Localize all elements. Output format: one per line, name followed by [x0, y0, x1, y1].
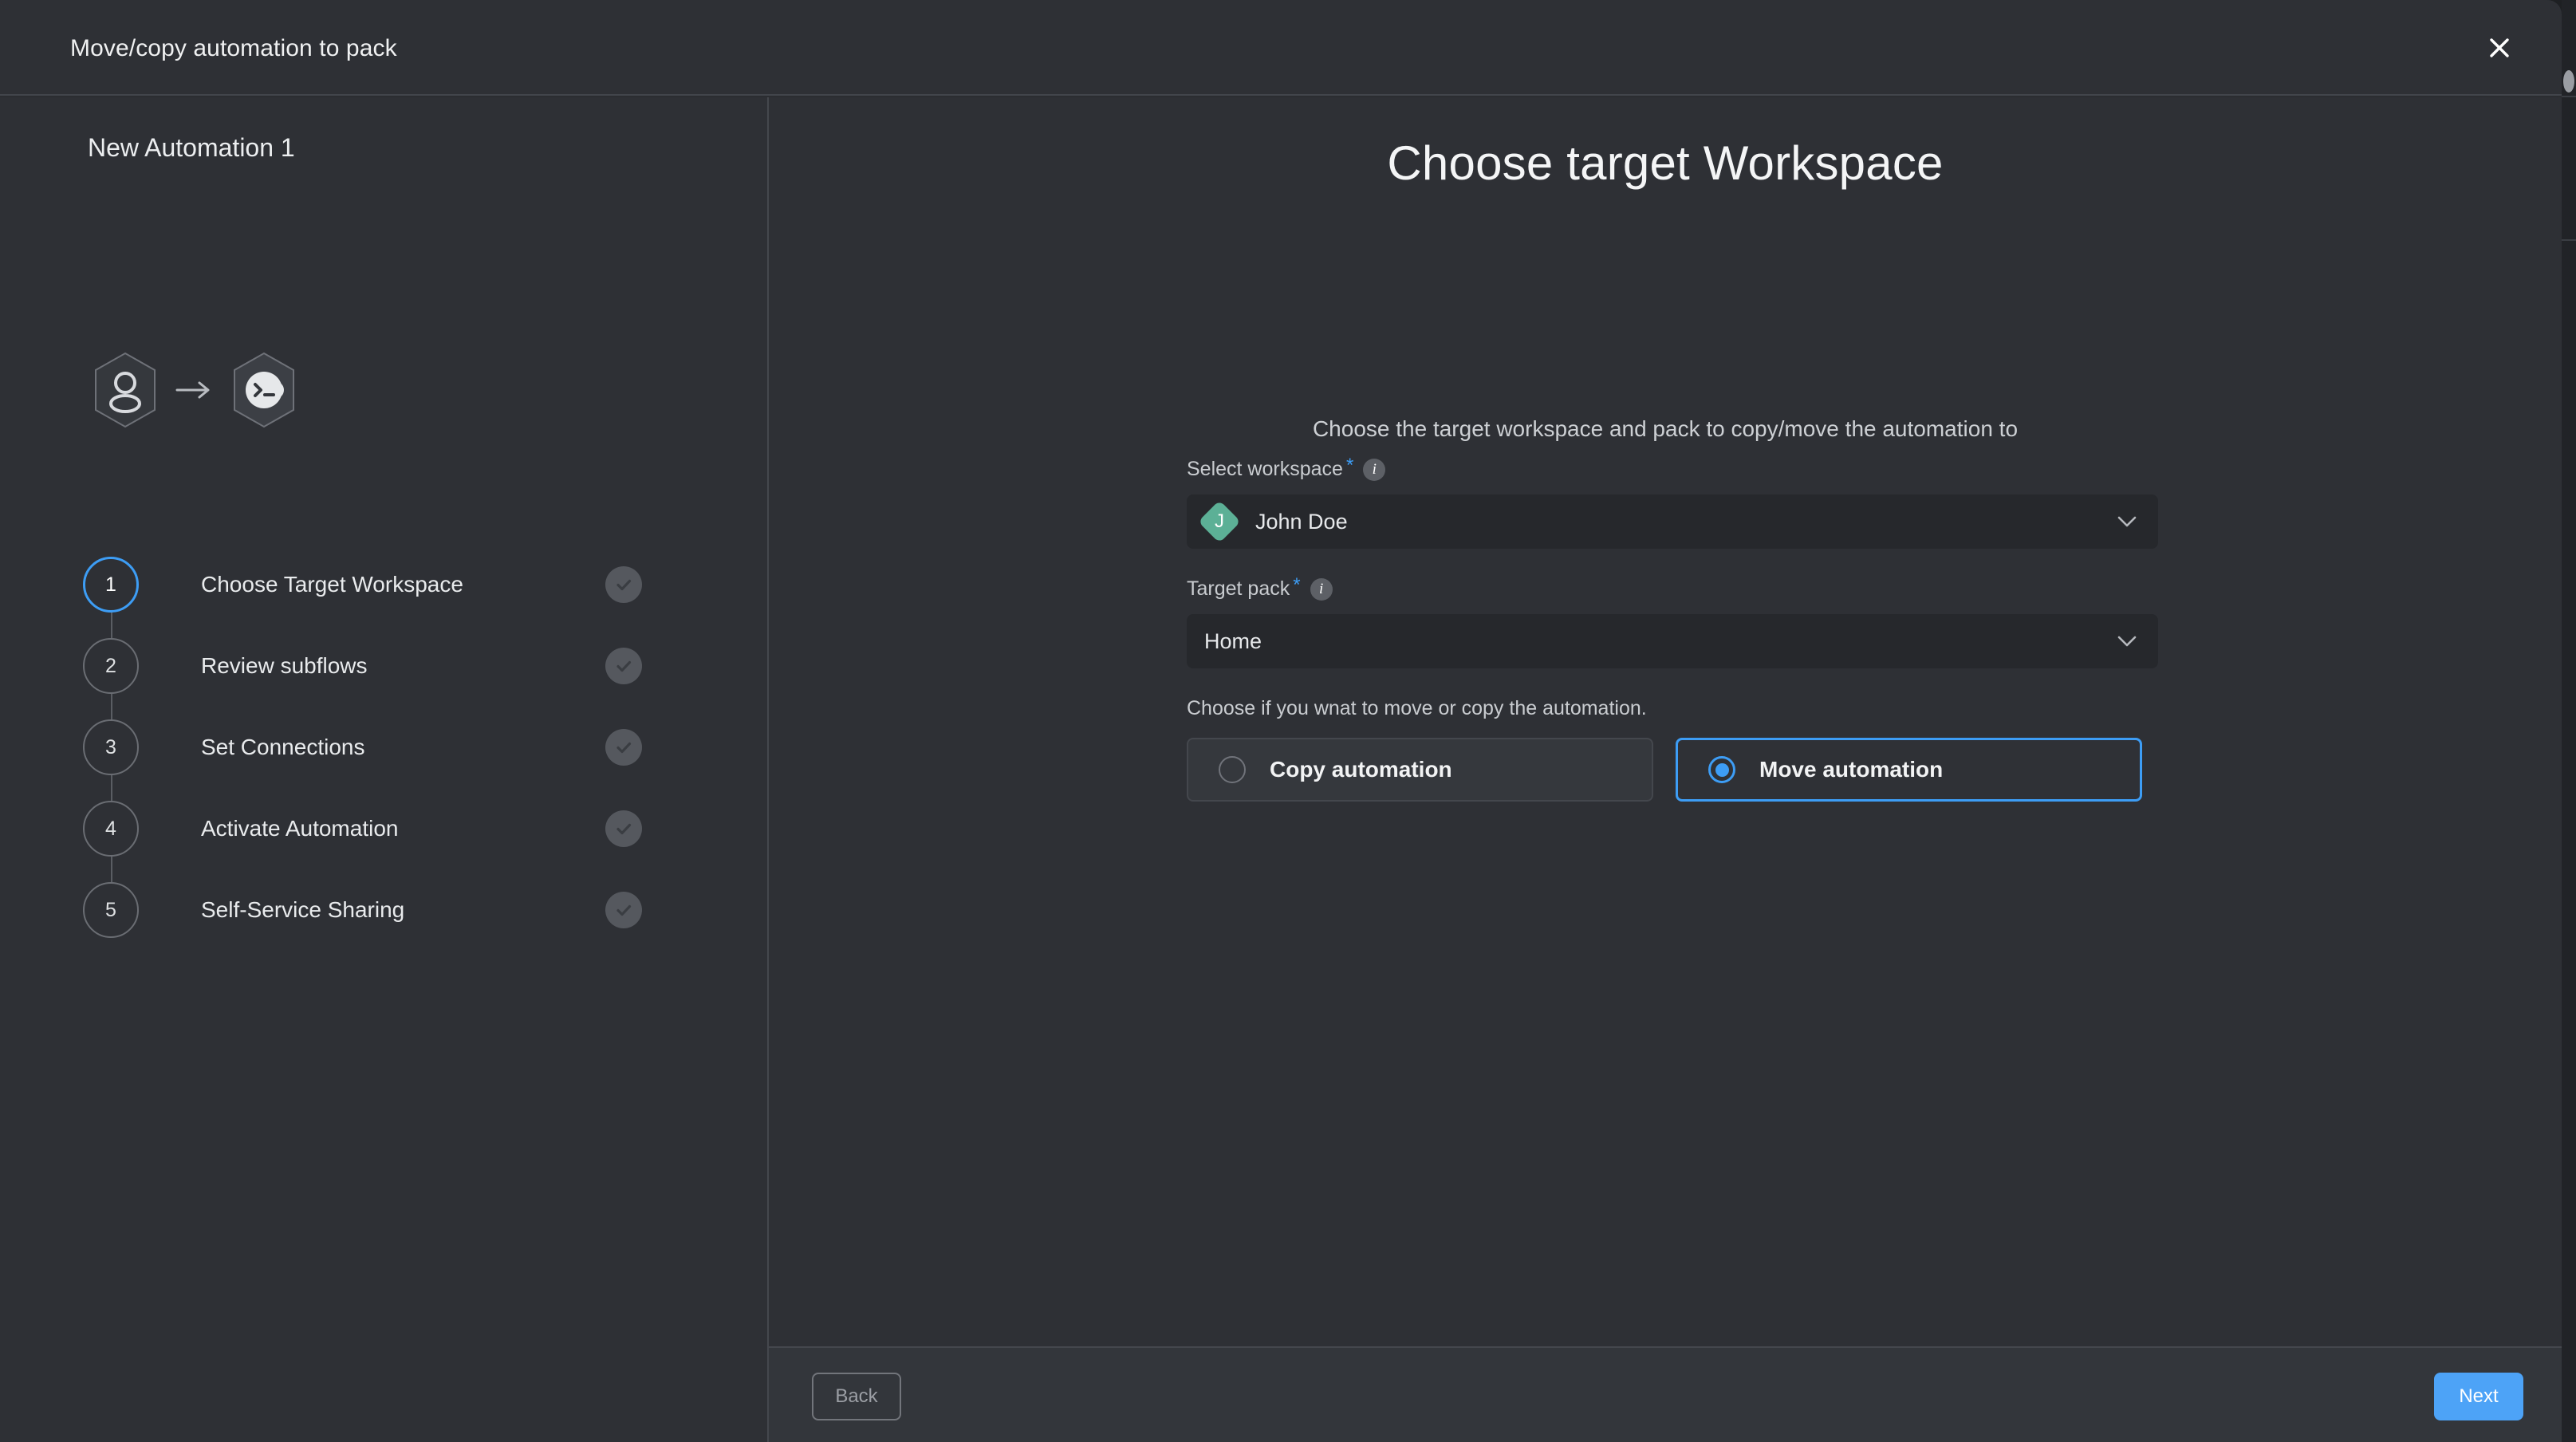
target-workspace-form: Select workspace * i J John Doe Target p… — [1187, 455, 2158, 802]
next-button[interactable]: Next — [2434, 1373, 2523, 1420]
modal-body: New Automation 1 1 Choose Target Workspa… — [0, 97, 2562, 1442]
check-icon — [605, 810, 642, 847]
sliver-divider-top — [2562, 96, 2576, 97]
pack-selected-value: Home — [1204, 628, 1262, 653]
sidebar-step-4[interactable]: 4 Activate Automation — [83, 788, 665, 910]
background-page-sliver — [2562, 0, 2576, 1442]
terminal-bot-icon — [228, 351, 300, 429]
automation-flow-icons — [89, 351, 300, 429]
automation-name: New Automation 1 — [88, 133, 295, 162]
sliver-divider-mid — [2562, 239, 2576, 241]
back-button[interactable]: Back — [812, 1373, 901, 1420]
step-label: Review subflows — [201, 653, 368, 678]
required-marker: * — [1345, 455, 1354, 476]
required-marker: * — [1293, 574, 1301, 596]
move-copy-automation-modal: Move/copy automation to pack New Automat… — [0, 0, 2562, 1442]
wizard-step-list: 1 Choose Target Workspace 2 Review subfl… — [83, 544, 665, 951]
step-number: 5 — [83, 882, 139, 938]
check-icon — [605, 729, 642, 766]
step-number: 2 — [83, 638, 139, 694]
step-label: Activate Automation — [201, 816, 399, 841]
chevron-down-icon — [2117, 515, 2137, 528]
user-icon — [89, 351, 161, 429]
wizard-content-panel: Choose target Workspace Choose the targe… — [769, 97, 2562, 1442]
sidebar-step-3[interactable]: 3 Set Connections — [83, 707, 665, 829]
check-icon — [605, 892, 642, 928]
workspace-select[interactable]: J John Doe — [1187, 494, 2158, 549]
modal-titlebar: Move/copy automation to pack — [0, 0, 2562, 96]
step-content: Choose target Workspace Choose the targe… — [769, 97, 2562, 1346]
modal-title: Move/copy automation to pack — [70, 35, 397, 61]
workspace-label-text: Select workspace — [1187, 458, 1343, 480]
step-label: Choose Target Workspace — [201, 572, 463, 597]
info-icon[interactable]: i — [1310, 578, 1333, 601]
wizard-sidebar: New Automation 1 1 Choose Target Workspa… — [0, 97, 769, 1442]
radio-icon-selected — [1708, 756, 1735, 783]
check-icon — [605, 566, 642, 603]
step-number: 4 — [83, 801, 139, 857]
copy-automation-option[interactable]: Copy automation — [1187, 738, 1653, 802]
wizard-footer: Back Next — [769, 1346, 2562, 1442]
sidebar-step-2[interactable]: 2 Review subflows — [83, 625, 665, 747]
step-number: 3 — [83, 719, 139, 775]
chevron-down-icon — [2117, 635, 2137, 648]
close-icon[interactable] — [2479, 27, 2520, 69]
info-icon[interactable]: i — [1363, 459, 1386, 481]
pack-field-label: Target pack * i — [1187, 574, 2158, 601]
radio-icon — [1219, 756, 1246, 783]
pack-label-text: Target pack — [1187, 577, 1290, 600]
mode-instruction: Choose if you wnat to move or copy the a… — [1187, 697, 1647, 719]
sidebar-step-1[interactable]: 1 Choose Target Workspace — [83, 544, 665, 666]
step-label: Set Connections — [201, 735, 365, 759]
workspace-selected-value: John Doe — [1255, 509, 1348, 534]
move-automation-option[interactable]: Move automation — [1676, 738, 2142, 802]
step-number: 1 — [83, 557, 139, 613]
step-label: Self-Service Sharing — [201, 897, 405, 922]
pack-select[interactable]: Home — [1187, 614, 2158, 668]
move-automation-label: Move automation — [1759, 757, 1944, 782]
copy-automation-label: Copy automation — [1270, 757, 1452, 782]
page-title: Choose target Workspace — [1387, 136, 1944, 190]
check-icon — [605, 648, 642, 684]
avatar: J — [1198, 500, 1241, 543]
page-subtitle: Choose the target workspace and pack to … — [1312, 416, 2019, 441]
avatar-initial: J — [1215, 510, 1224, 532]
arrow-right-icon — [172, 374, 217, 406]
workspace-field-label: Select workspace * i — [1187, 455, 2158, 482]
sliver-partial-icon — [2563, 70, 2574, 93]
sidebar-step-5[interactable]: 5 Self-Service Sharing — [83, 869, 665, 951]
mode-radio-group: Copy automation Move automation — [1187, 738, 2158, 802]
